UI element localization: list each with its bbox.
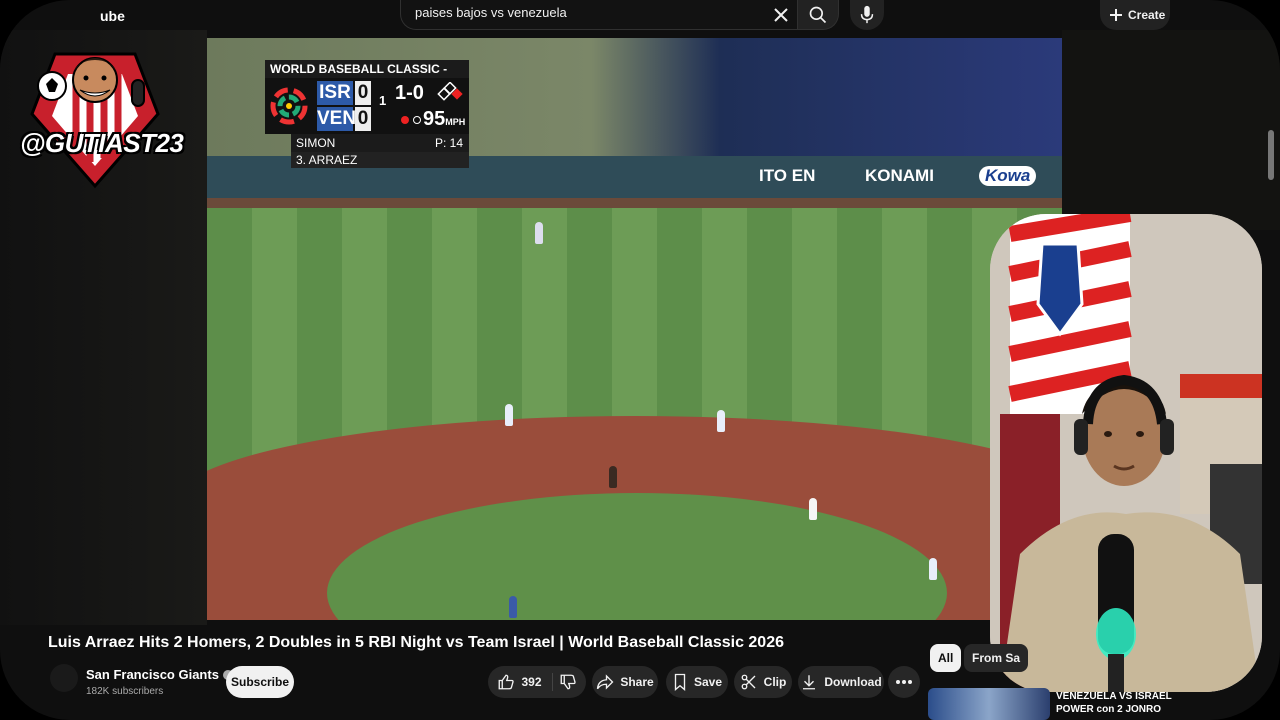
recommended-video-thumbnail[interactable]	[928, 688, 1050, 720]
team-2-abbr: VEN	[317, 107, 357, 131]
inning-number: 1	[379, 93, 387, 108]
share-button[interactable]: Share	[592, 666, 658, 698]
pitch-speed-unit: MPH	[445, 117, 466, 127]
streamer-handle: @GUTIAST23	[20, 128, 184, 158]
subscriber-count: 182K subscribers	[86, 686, 164, 697]
like-count: 392	[521, 675, 542, 689]
pitch-speed: 95MPH	[423, 108, 465, 131]
scoreboard: WORLD BASEBALL CLASSIC - POOL D ISR 0 VE…	[265, 60, 469, 168]
pitcher-row: SIMON P: 14	[291, 134, 469, 152]
player	[509, 596, 517, 618]
download-icon	[803, 675, 816, 690]
share-icon	[597, 674, 614, 690]
team-1-score: 0	[355, 81, 371, 105]
chip-all[interactable]: All	[930, 644, 962, 672]
video-player[interactable]: ITO EN KONAMI Kowa WORLD BASEBALL CLASSI…	[207, 38, 1062, 620]
search-icon	[809, 6, 827, 23]
ad-kowa: Kowa	[979, 166, 1037, 186]
pitcher-name: SIMON	[296, 136, 336, 150]
team-1-abbr: ISR	[317, 81, 353, 105]
subscribe-button[interactable]: Subscribe	[226, 666, 294, 698]
scrollbar-thumb[interactable]	[1268, 130, 1274, 180]
webcam-overlay	[990, 214, 1262, 692]
download-label: Download	[824, 675, 882, 689]
ad-konami: KONAMI	[865, 166, 934, 185]
pitcher-pitch-count: P: 14	[434, 136, 463, 150]
youtube-logo[interactable]: ube	[100, 8, 125, 24]
pitch-count-balls-strikes: 1-0	[395, 82, 424, 104]
top-bar: ube Create	[0, 0, 1280, 34]
batter-name: 3. ARRAEZ	[291, 152, 469, 168]
outs-icon	[401, 116, 409, 124]
more-actions-button[interactable]	[888, 666, 920, 698]
scissors-icon	[741, 674, 756, 690]
thumbs-down-icon[interactable]	[559, 673, 577, 691]
player	[809, 498, 817, 520]
streamer-logo	[20, 34, 170, 194]
app-frame: ube Create	[0, 0, 1280, 720]
player	[535, 222, 543, 244]
microphone-icon	[860, 5, 874, 24]
player	[717, 410, 725, 432]
team-2-score: 0	[355, 107, 371, 131]
ad-itoen: ITO EN	[759, 166, 816, 185]
video-title: Luis Arraez Hits 2 Homers, 2 Doubles in …	[48, 634, 784, 651]
channel-name-text[interactable]: San Francisco Giants	[86, 667, 219, 682]
wbc-logo-icon	[270, 87, 308, 125]
bookmark-icon	[674, 673, 686, 691]
create-label: Create	[1128, 8, 1166, 22]
bases-icon	[437, 82, 463, 101]
right-background	[1062, 30, 1280, 230]
share-label: Share	[620, 675, 654, 689]
search-box[interactable]	[400, 0, 797, 30]
pitch-speed-value: 95	[423, 108, 446, 130]
outs-icon	[413, 116, 421, 124]
download-button[interactable]: Download	[798, 666, 884, 698]
plus-icon	[1110, 9, 1122, 21]
like-dislike-group: 392	[488, 666, 586, 698]
chip-from-channel[interactable]: From Sa	[964, 644, 1029, 672]
save-button[interactable]: Save	[666, 666, 728, 698]
more-icon	[896, 680, 912, 684]
clear-search-icon[interactable]	[769, 3, 793, 27]
clip-label: Clip	[763, 675, 787, 689]
voice-search-button[interactable]	[850, 0, 884, 30]
search-button[interactable]	[797, 0, 839, 30]
scoreboard-main: ISR 0 VEN 0 1 1-0 95MPH	[265, 78, 469, 134]
umpire	[609, 466, 617, 488]
player	[929, 558, 937, 580]
save-label: Save	[693, 675, 723, 689]
thumbs-up-icon	[499, 674, 515, 690]
search-input[interactable]	[415, 5, 755, 20]
create-button[interactable]: Create	[1100, 0, 1170, 30]
scoreboard-title: WORLD BASEBALL CLASSIC - POOL D	[265, 60, 469, 94]
player	[505, 404, 513, 426]
channel-avatar[interactable]	[50, 664, 78, 692]
like-button[interactable]: 392	[497, 673, 553, 691]
channel-name[interactable]: San Francisco Giants	[86, 667, 233, 682]
recommended-video-title[interactable]: VENEZUELA VS ISRAEL POWER con 2 JONRO	[1056, 690, 1176, 716]
clip-button[interactable]: Clip	[734, 666, 792, 698]
